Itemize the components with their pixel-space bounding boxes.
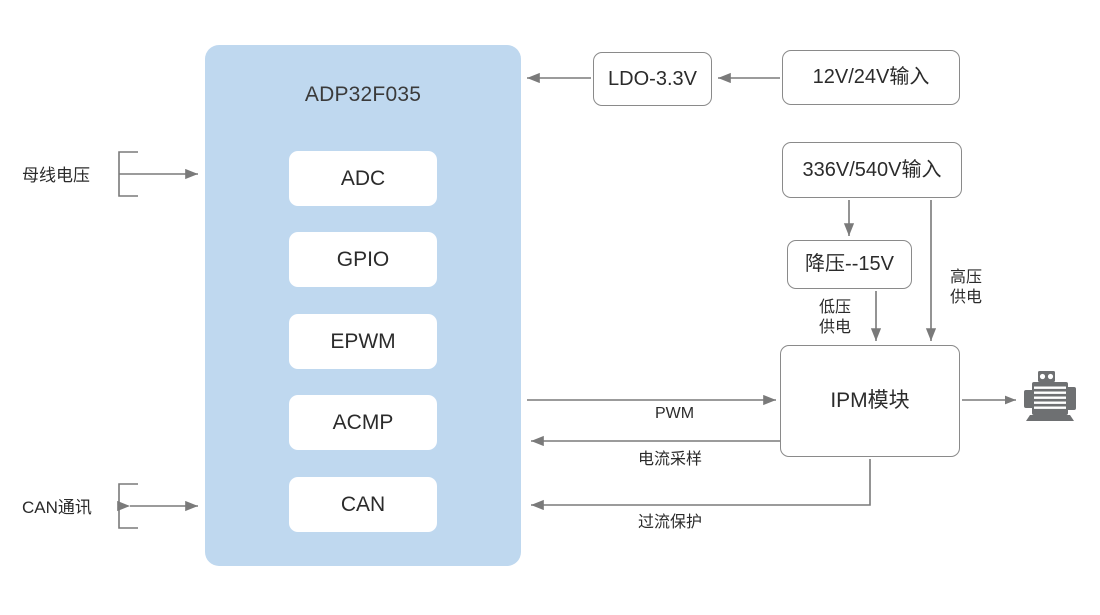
high-voltage-supply-label: 高压 供电 — [943, 268, 989, 308]
low-voltage-supply-line-2: 供电 — [818, 319, 851, 336]
mcu-module-acmp[interactable]: ACMP — [289, 395, 437, 450]
pwm-label: PWM — [655, 405, 695, 422]
diagram-canvas: ADP32F035 ADC GPIO EPWM ACMP CAN LDO-3.3… — [0, 0, 1100, 615]
mcu-title: ADP32F035 — [304, 83, 422, 106]
ldo-box[interactable]: LDO-3.3V — [593, 52, 712, 106]
high-voltage-input-box[interactable]: 336V/540V输入 — [782, 142, 962, 198]
current-sense-label: 电流采样 — [638, 451, 703, 468]
low-voltage-supply-label: 低压 供电 — [812, 298, 858, 338]
mcu-module-gpio[interactable]: GPIO — [289, 232, 437, 287]
can-bus-label: CAN通讯 — [22, 498, 92, 517]
over-current-label: 过流保护 — [638, 514, 703, 531]
high-voltage-supply-line-1: 高压 — [949, 269, 982, 286]
buck-converter-box[interactable]: 降压--15V — [787, 240, 912, 289]
motor-icon — [1024, 371, 1076, 421]
bus-voltage-label: 母线电压 — [22, 166, 90, 185]
ipm-module-box[interactable]: IPM模块 — [780, 345, 960, 457]
low-voltage-supply-line-1: 低压 — [818, 299, 851, 316]
mcu-module-epwm[interactable]: EPWM — [289, 314, 437, 369]
bus-voltage-bracket — [118, 151, 138, 197]
low-voltage-input-box[interactable]: 12V/24V输入 — [782, 50, 960, 105]
mcu-module-adc[interactable]: ADC — [289, 151, 437, 206]
mcu-module-can[interactable]: CAN — [289, 477, 437, 532]
high-voltage-supply-line-2: 供电 — [949, 289, 982, 306]
can-bracket — [118, 483, 138, 529]
